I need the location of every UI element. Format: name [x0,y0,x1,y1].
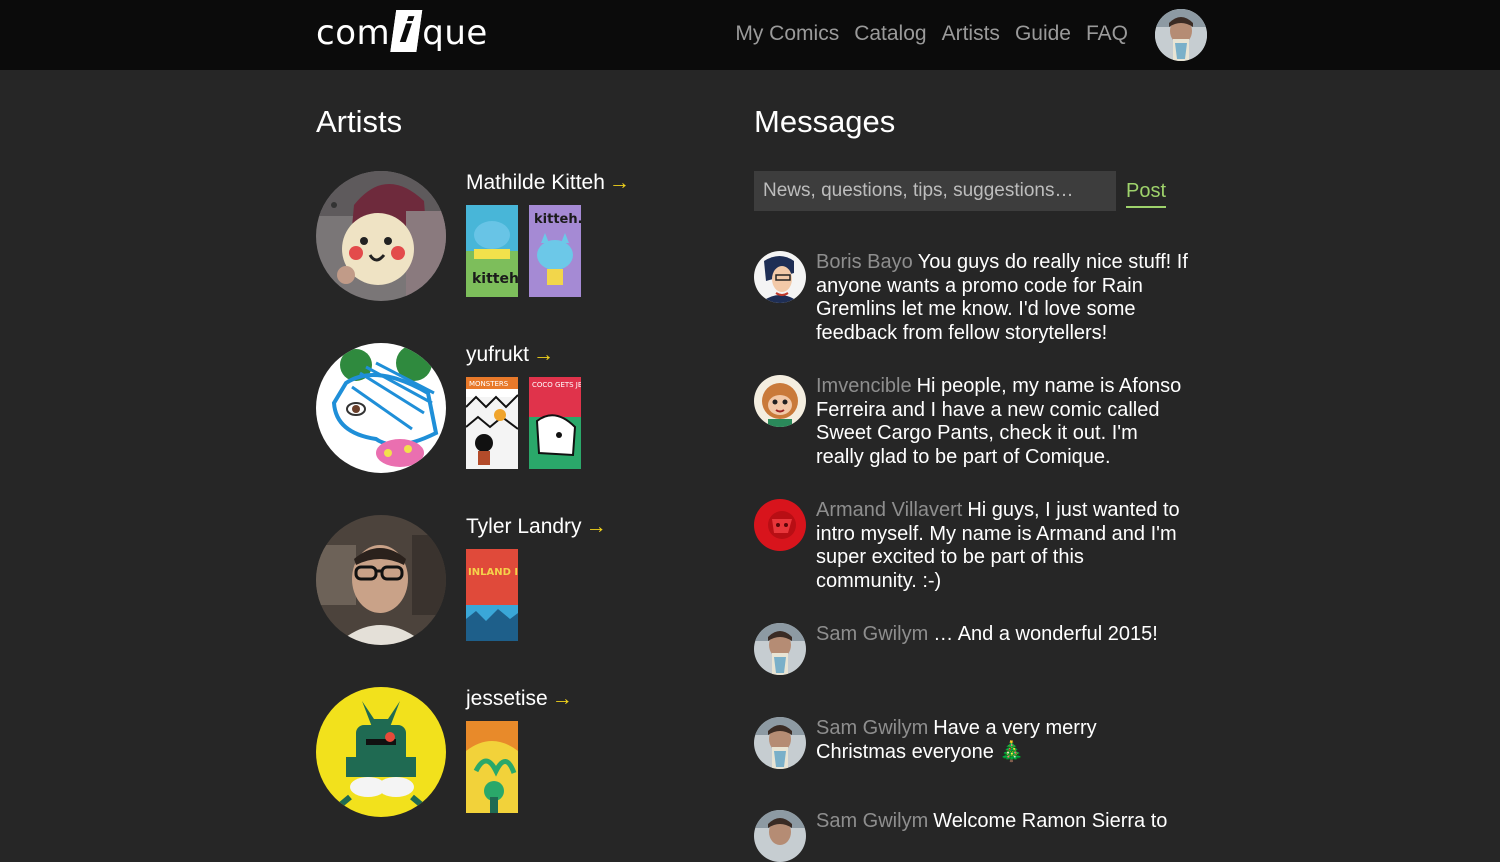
message-body: Welcome Ramon Sierra to [933,810,1168,832]
artist-card: Mathilde Kitteh→ kitteh. kitteh. [316,171,696,321]
message-avatar[interactable] [754,375,806,427]
message-author[interactable]: Sam Gwilym [816,717,928,739]
message-avatar[interactable] [754,810,806,862]
artist-name: yufrukt [466,343,530,366]
nav-catalog[interactable]: Catalog [854,22,926,46]
arrow-right-icon: → [551,687,573,710]
artist-covers: kitteh. kitteh. [466,205,581,297]
message-text: Sam Gwilym Have a very merry Christmas ev… [816,717,1188,764]
artist-card: yufrukt→ MONSTERS COCO GETS JEALOUS [316,343,696,493]
cover-title: COCO GETS JEALOUS [532,381,581,389]
artist-photo[interactable] [316,687,446,817]
logo-text-pre: com [316,13,391,53]
logo-text-post: que [422,13,488,53]
message-avatar[interactable] [754,717,806,769]
artist-name-link[interactable]: Mathilde Kitteh → [466,171,630,195]
message-author[interactable]: Imvencible [816,375,912,397]
messages-heading: Messages [754,104,896,139]
cover-title: kitteh. [534,212,581,227]
comic-cover[interactable]: COCO GETS JEALOUS [529,377,581,469]
artist-covers: INLAND ISLAND [466,549,518,641]
artist-name: Mathilde Kitteh [466,171,605,194]
artist-photo[interactable] [316,171,446,301]
nav-my-comics[interactable]: My Comics [735,22,839,46]
comique-logo[interactable]: com i que [316,8,488,58]
artists-heading: Artists [316,104,403,139]
comic-cover[interactable] [466,721,518,813]
artist-name-link[interactable]: yufrukt → [466,343,554,367]
message-author[interactable]: Sam Gwilym [816,623,928,645]
message-avatar[interactable] [754,251,806,303]
message-input[interactable] [754,171,1116,211]
artist-photo[interactable] [316,515,446,645]
arrow-right-icon: → [533,343,555,366]
cover-title: MONSTERS [469,380,509,388]
message-text: Sam Gwilym… And a wonderful 2015! [816,623,1188,647]
artist-covers [466,721,518,813]
arrow-right-icon: → [585,515,607,538]
message-author[interactable]: Boris Bayo [816,251,913,273]
nav-faq[interactable]: FAQ [1086,22,1128,46]
main-nav: My Comics Catalog Artists Guide FAQ [720,22,1128,46]
artist-photo[interactable] [316,343,446,473]
nav-artists[interactable]: Artists [942,22,1000,46]
message-avatar[interactable] [754,623,806,675]
post-button[interactable]: Post [1126,180,1167,208]
message-author[interactable]: Armand Villavert [816,499,962,521]
arrow-right-icon: → [608,171,630,194]
message-text: Sam Gwilym Welcome Ramon Sierra to [816,810,1188,834]
artist-name: Tyler Landry [466,515,582,538]
message-body: … And a wonderful 2015! [933,623,1158,645]
message-avatar[interactable] [754,499,806,551]
message-text: Imvencible Hi people, my name is Afonso F… [816,375,1188,469]
comic-cover[interactable]: MONSTERS [466,377,518,469]
artist-name-link[interactable]: Tyler Landry → [466,515,607,539]
comic-cover[interactable]: kitteh. [466,205,518,297]
artist-card: jessetise → [316,687,696,837]
logo-text-boxed: i [390,10,423,52]
artist-card: Tyler Landry→ INLAND ISLAND [316,515,696,665]
message-author[interactable]: Sam Gwilym [816,810,928,832]
message-text: Boris Bayo You guys do really nice stuff!… [816,251,1188,345]
comic-cover[interactable]: INLAND ISLAND [466,549,518,641]
nav-guide[interactable]: Guide [1015,22,1071,46]
artist-name-link[interactable]: jessetise → [466,687,573,711]
cover-title: INLAND ISLAND [468,567,518,578]
cover-title: kitteh. [472,271,518,287]
user-avatar[interactable] [1155,9,1207,61]
message-text: Armand Villavert Hi guys, I just wanted t… [816,499,1188,593]
artist-name: jessetise [466,687,548,710]
artist-covers: MONSTERS COCO GETS JEALOUS [466,377,581,469]
comic-cover[interactable]: kitteh. [529,205,581,297]
top-navigation-bar: com i que My Comics Catalog Artists Guid… [0,0,1500,70]
